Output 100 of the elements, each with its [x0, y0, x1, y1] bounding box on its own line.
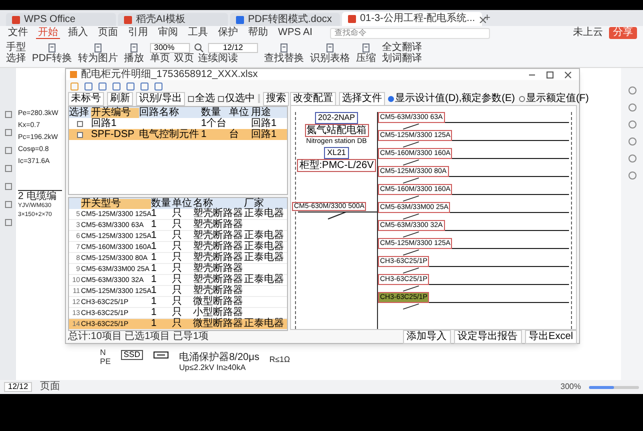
column-header[interactable]: 厂家: [244, 198, 285, 208]
app-icon: [69, 70, 78, 79]
menu-item[interactable]: WPS AI: [276, 28, 314, 38]
table-cell: 微型断路器: [193, 319, 244, 329]
table-cell-text: SPF-DSP: [91, 130, 136, 140]
table-cell-text: 回路1: [91, 118, 117, 128]
radio-button[interactable]: [519, 96, 525, 102]
share-button[interactable]: 分享: [609, 27, 637, 39]
footer-button[interactable]: 添加导入: [402, 330, 451, 344]
tool-button[interactable]: PDF转换: [32, 43, 72, 64]
column-header[interactable]: 开关型号: [81, 198, 151, 208]
table-cell-text: 1: [151, 242, 158, 252]
switch-icon: [402, 285, 420, 292]
tool-button[interactable]: 识别表格: [310, 43, 350, 64]
menu-item[interactable]: 引用: [126, 28, 150, 38]
checkbox[interactable]: [218, 96, 224, 102]
action-button[interactable]: 未标号: [68, 92, 104, 106]
page-field[interactable]: 12/12: [208, 43, 258, 53]
table-cell-text: 只: [172, 220, 183, 230]
column-header[interactable]: 回路名称: [139, 108, 201, 118]
tool-button[interactable]: 选择: [6, 54, 26, 64]
table-cell-text: 1: [151, 231, 158, 241]
table-row[interactable]: SPF-DSP 电气控制元件 1 台 回路1: [69, 129, 287, 140]
menu-item[interactable]: 开始: [36, 28, 60, 38]
menu-item[interactable]: 工具: [186, 28, 210, 38]
panel-label: 柜型:PMC-L/26V: [297, 159, 376, 172]
action-button[interactable]: 识别/导出: [136, 92, 185, 106]
switch-icon: [402, 141, 420, 148]
switch-icon: [402, 159, 420, 166]
checkbox[interactable]: [77, 120, 83, 126]
column-header[interactable]: 开关编号: [91, 108, 139, 118]
tool-button[interactable]: 播放: [124, 43, 144, 64]
tool-icon: [361, 43, 371, 53]
page-field[interactable]: 12/12: [4, 382, 32, 392]
action-button[interactable]: 选择文件: [339, 92, 385, 106]
column-header[interactable]: 单位: [229, 108, 251, 118]
zoom-level: 300%: [560, 383, 581, 391]
table-cell: 塑壳断路器: [193, 242, 244, 252]
column-header[interactable]: 名称: [193, 198, 244, 208]
document-tab[interactable]: WPS Office: [6, 13, 116, 26]
checkbox-label: 仅选中: [224, 94, 255, 104]
column-header[interactable]: 数量: [151, 198, 172, 208]
tool-button[interactable]: 全文翻译: [382, 43, 422, 53]
radio-button[interactable]: [388, 96, 394, 102]
view-button[interactable]: 双页: [174, 54, 194, 64]
search-field[interactable]: 查找命令: [330, 28, 490, 38]
view-button[interactable]: 单页: [150, 54, 170, 64]
search-button[interactable]: 搜索: [262, 92, 289, 106]
table-cell-text: 只: [172, 209, 182, 219]
menu-item[interactable]: 文件: [6, 28, 30, 38]
zoom-out-icon[interactable]: [194, 43, 204, 53]
device-label: SSD: [120, 350, 144, 360]
column-header[interactable]: 用途: [251, 108, 281, 118]
tool-button[interactable]: 压缩: [356, 43, 376, 64]
tool-icon: [129, 43, 139, 53]
zoom-slider-fill[interactable]: [589, 386, 614, 388]
menu-item[interactable]: 保护: [216, 28, 240, 38]
menu-item[interactable]: 插入: [66, 28, 90, 38]
tool-button[interactable]: 手型: [6, 43, 26, 53]
checkbox[interactable]: [77, 132, 83, 138]
tab-label: WPS Office: [24, 14, 76, 24]
tool-button[interactable]: 转为图片: [78, 43, 118, 64]
new-tab-button[interactable]: +: [484, 13, 490, 26]
switch-icon: [402, 123, 420, 130]
cloud-status-button[interactable]: 未上云: [573, 28, 603, 38]
switch-icon: [402, 177, 420, 184]
zoom-field[interactable]: 300%: [150, 43, 190, 53]
file-icon: [123, 14, 133, 24]
column-header[interactable]: 数量: [201, 108, 229, 118]
table-cell-text: 只: [172, 275, 183, 285]
summary-text: 总计:10项目 已选1项目 已导1项: [68, 331, 210, 343]
table-cell-text: 1: [151, 275, 158, 285]
view-button[interactable]: 连续阅读: [198, 54, 238, 64]
tool-button[interactable]: 查找替换: [264, 43, 304, 64]
file-icon: [235, 14, 245, 24]
table-cell-text: 1: [151, 253, 158, 263]
menu-item[interactable]: 帮助: [246, 28, 270, 38]
checkbox[interactable]: [188, 96, 194, 102]
maximize-icon[interactable]: [546, 70, 554, 78]
table-cell-text: 1: [151, 319, 158, 329]
window-title: 配电柜元件明细_1753658912_XXX.xlsx: [81, 70, 258, 80]
footer-button[interactable]: 设定导出报告: [454, 330, 522, 344]
close-icon[interactable]: [564, 70, 572, 78]
search-field[interactable]: [258, 94, 260, 103]
table-cell-text: 回路1: [251, 118, 278, 128]
action-button[interactable]: 改变配置: [290, 92, 336, 106]
footer-button[interactable]: 导出Excel: [524, 330, 577, 344]
menu-item[interactable]: 页面: [96, 28, 120, 38]
document-tab[interactable]: PDF转图模式.docx: [230, 13, 340, 26]
table-cell-text: 1: [151, 297, 158, 307]
column-header[interactable]: 选择: [69, 108, 91, 118]
table-cell-text: 1个台: [201, 118, 228, 128]
document-tab[interactable]: 稻壳AI模板: [118, 13, 228, 26]
tool-button[interactable]: 划词翻译: [382, 54, 422, 64]
table-cell-text: 只: [172, 264, 183, 274]
menu-item[interactable]: 审阅: [156, 28, 180, 38]
column-header[interactable]: 单位: [172, 198, 193, 208]
action-button[interactable]: 刷新: [107, 92, 133, 106]
close-icon[interactable]: [478, 15, 486, 23]
table-cell: 塑壳断路器: [193, 264, 244, 274]
